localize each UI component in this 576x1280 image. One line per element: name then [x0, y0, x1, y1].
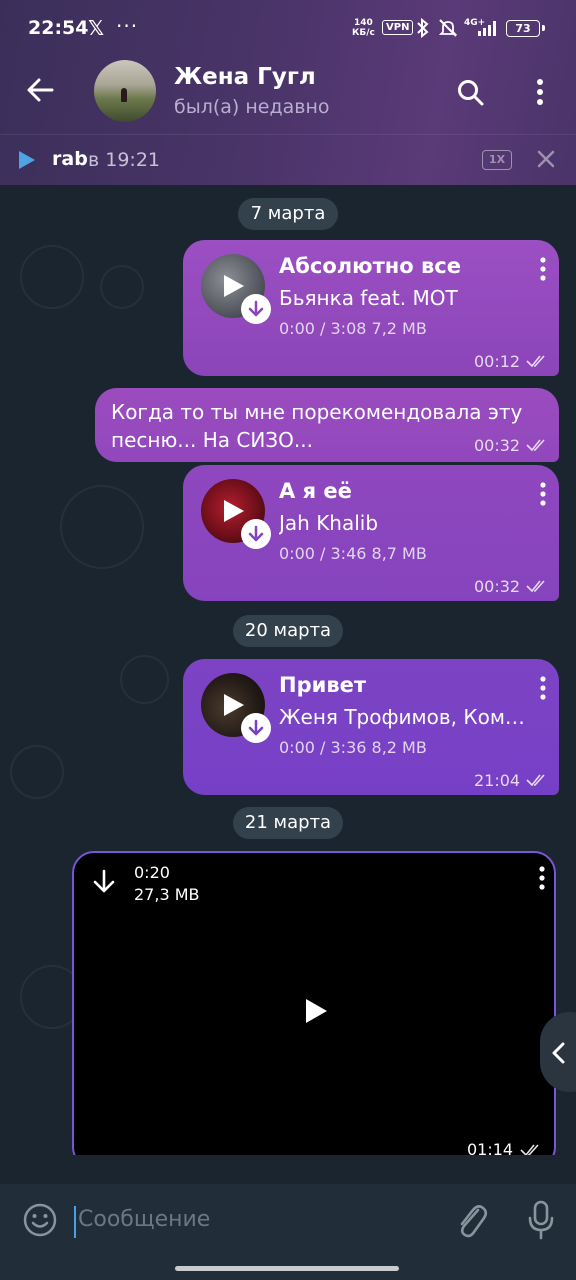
search-icon[interactable] [456, 78, 486, 108]
read-checkmarks-icon [520, 1144, 539, 1155]
message-time: 01:14 [467, 1140, 514, 1155]
chat-title[interactable]: Жена Гугл [174, 64, 316, 90]
message-time: 00:32 [474, 436, 521, 455]
player-track-time: в 19:21 [88, 149, 160, 171]
track-meta: 0:00 / 3:36 8,2 MB [279, 738, 427, 757]
download-button[interactable] [241, 294, 271, 324]
playback-speed-button[interactable]: 1X [482, 150, 512, 170]
more-notifications-icon: ··· [116, 14, 139, 38]
read-checkmarks-icon [526, 774, 545, 787]
wallpaper-doodle [20, 245, 84, 309]
wallpaper-doodle [120, 655, 169, 704]
track-meta: 0:00 / 3:46 8,7 MB [279, 544, 427, 563]
status-bar: 22:54 𝕏 ··· 140 КБ/с VPN 4G+ 73 [0, 0, 576, 58]
message-menu-icon[interactable] [535, 675, 551, 701]
download-arrow-icon [248, 525, 264, 542]
download-arrow-icon[interactable] [92, 869, 116, 895]
track-title: Привет [279, 673, 367, 697]
video-duration: 0:20 [134, 863, 170, 882]
track-artist: Женя Трофимов, Комн… [279, 705, 537, 729]
chevron-left-icon [552, 1042, 565, 1064]
x-app-icon: 𝕏 [88, 16, 105, 40]
message-time: 00:12 [474, 352, 521, 371]
speed-value: 140 [354, 18, 373, 28]
download-button[interactable] [241, 519, 271, 549]
last-seen-status: был(а) недавно [174, 96, 330, 118]
date-separator: 20 марта [233, 615, 343, 647]
emoji-icon[interactable] [22, 1202, 58, 1238]
signal-icon [478, 21, 496, 36]
track-artist: Jah Khalib [279, 511, 379, 535]
clock: 22:54 [28, 17, 89, 39]
track-meta: 0:00 / 3:08 7,2 MB [279, 319, 427, 338]
video-size: 27,3 MB [134, 885, 200, 904]
download-arrow-icon [248, 719, 264, 736]
message-menu-icon[interactable] [536, 865, 548, 891]
navigation-bar [0, 1258, 576, 1280]
date-separator: 21 марта [233, 807, 343, 839]
video-message[interactable]: 0:20 27,3 MB 01:14 [72, 851, 556, 1155]
microphone-icon[interactable] [528, 1200, 554, 1240]
message-input[interactable]: Сообщение [78, 1207, 210, 1232]
avatar-figure [121, 88, 127, 102]
track-artist: Бьянка feat. МОТ [279, 286, 458, 310]
audio-message[interactable]: А я её Jah Khalib 0:00 / 3:46 8,7 MB 00:… [183, 465, 559, 601]
message-time: 00:32 [474, 577, 521, 596]
home-indicator[interactable] [175, 1266, 399, 1271]
read-checkmarks-icon [526, 580, 545, 593]
side-panel-button[interactable] [540, 1012, 576, 1092]
message-list[interactable]: 7 марта Абсолютно все Бьянка feat. МОТ 0… [0, 185, 576, 1155]
audio-player-bar[interactable]: rab в 19:21 1X [0, 134, 576, 185]
speed-unit: КБ/с [352, 28, 375, 38]
vpn-badge: VPN [382, 20, 414, 35]
wallpaper-doodle [10, 745, 64, 799]
play-icon[interactable] [304, 998, 328, 1024]
message-time: 21:04 [474, 771, 521, 790]
wallpaper-doodle [60, 485, 144, 569]
download-arrow-icon [248, 300, 264, 317]
avatar[interactable] [94, 60, 156, 122]
read-checkmarks-icon [526, 355, 545, 368]
message-menu-icon[interactable] [535, 256, 551, 282]
message-menu-icon[interactable] [535, 481, 551, 507]
chat-header: Жена Гугл был(а) недавно [0, 58, 576, 134]
audio-message[interactable]: Привет Женя Трофимов, Комн… 0:00 / 3:36 … [183, 659, 559, 795]
text-cursor [74, 1206, 76, 1238]
download-button[interactable] [241, 713, 271, 743]
read-checkmarks-icon [526, 439, 545, 452]
wallpaper-doodle [100, 265, 144, 309]
back-arrow-icon[interactable] [26, 76, 54, 104]
more-menu-icon[interactable] [530, 78, 550, 106]
battery-tip [542, 25, 545, 31]
battery-icon: 73 [506, 20, 540, 37]
mute-bell-icon [438, 19, 458, 37]
audio-message[interactable]: Абсолютно все Бьянка feat. МОТ 0:00 / 3:… [183, 240, 559, 376]
network-speed: 140 КБ/с [352, 18, 375, 38]
message-input-bar: Сообщение [0, 1184, 576, 1258]
close-icon[interactable] [536, 149, 556, 169]
text-message[interactable]: Когда то ты мне порекомендовала эту песн… [95, 388, 559, 462]
bluetooth-icon [417, 18, 429, 38]
track-title: Абсолютно все [279, 254, 461, 278]
track-title: А я её [279, 479, 352, 503]
date-separator: 7 марта [238, 198, 338, 230]
player-track-name: rab [52, 148, 88, 170]
play-icon[interactable] [18, 150, 36, 170]
attach-icon[interactable] [454, 1202, 488, 1240]
